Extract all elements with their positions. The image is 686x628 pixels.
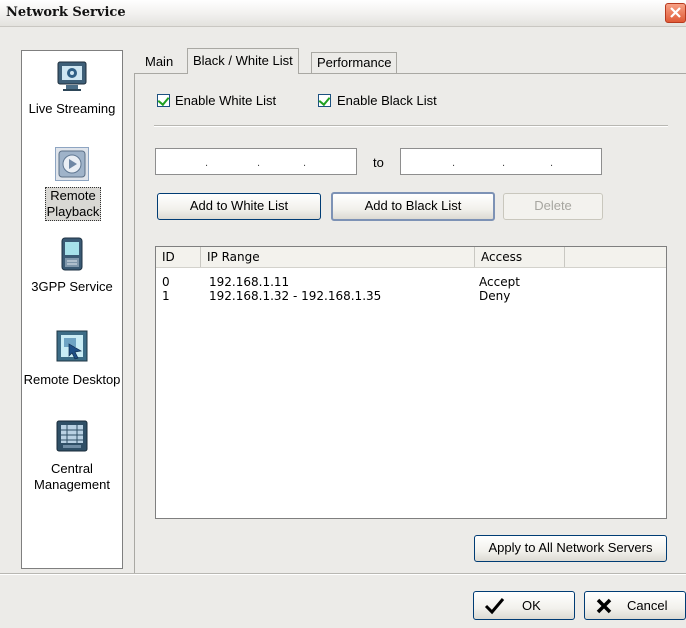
- nav-item-3gpp-service[interactable]: 3GPP Service: [22, 237, 122, 317]
- add-to-white-list-button[interactable]: Add to White List: [157, 193, 321, 220]
- apply-to-all-servers-button[interactable]: Apply to All Network Servers: [474, 535, 667, 562]
- checkmark-icon: [484, 598, 505, 615]
- cancel-button[interactable]: Cancel: [584, 591, 686, 620]
- table-row[interactable]: 1 192.168.1.32 - 192.168.1.35 Deny: [156, 289, 666, 303]
- playback-icon: [55, 147, 89, 181]
- add-to-black-list-button[interactable]: Add to Black List: [331, 192, 495, 221]
- title-bar: Network Service: [0, 0, 686, 27]
- ok-button[interactable]: OK: [473, 591, 575, 620]
- to-label: to: [373, 155, 384, 170]
- mobile-phone-icon: [55, 237, 89, 271]
- column-header-id[interactable]: ID: [156, 247, 201, 267]
- footer-divider: [0, 573, 686, 575]
- enable-white-list-label: Enable White List: [175, 93, 277, 108]
- cell-id: 1: [162, 289, 170, 303]
- service-nav: Live Streaming Remote Playback 3GPP Serv…: [21, 50, 123, 569]
- monitor-icon: [55, 59, 89, 93]
- delete-button[interactable]: Delete: [503, 193, 603, 220]
- ip-from-input[interactable]: . . .: [155, 148, 357, 175]
- nav-label-central-management: Central Management: [34, 461, 110, 492]
- divider: [154, 125, 668, 127]
- nav-label-remote-desktop: Remote Desktop: [23, 372, 121, 387]
- cell-id: 0: [162, 275, 170, 289]
- ip-to-input[interactable]: . . .: [400, 148, 602, 175]
- nav-label-remote-playback: Remote Playback: [45, 187, 101, 221]
- column-header-access[interactable]: Access: [475, 247, 565, 267]
- server-rack-icon: [55, 419, 89, 453]
- tab-performance[interactable]: Performance: [311, 52, 398, 73]
- nav-item-central-management[interactable]: Central Management: [22, 419, 122, 499]
- window-title: Network Service: [6, 5, 126, 20]
- table-header: ID IP Range Access: [156, 247, 666, 268]
- column-header-ip-range[interactable]: IP Range: [201, 247, 475, 267]
- nav-item-live-streaming[interactable]: Live Streaming: [22, 57, 122, 137]
- nav-item-remote-playback[interactable]: Remote Playback: [22, 145, 122, 225]
- cell-ip-range: 192.168.1.11: [209, 275, 290, 289]
- close-button[interactable]: [665, 3, 686, 23]
- cell-ip-range: 192.168.1.32 - 192.168.1.35: [209, 289, 382, 303]
- ip-list-table[interactable]: ID IP Range Access 0 192.168.1.11 Accept…: [155, 246, 667, 519]
- enable-black-list-label: Enable Black List: [337, 93, 437, 108]
- tab-main[interactable]: Main: [140, 52, 178, 73]
- nav-label-live-streaming: Live Streaming: [28, 101, 116, 116]
- table-row[interactable]: 0 192.168.1.11 Accept: [156, 275, 666, 289]
- cancel-label: Cancel: [627, 598, 668, 613]
- close-icon: [670, 7, 681, 18]
- remote-desktop-icon: [55, 329, 89, 363]
- x-icon: [596, 598, 612, 614]
- enable-white-list-checkbox[interactable]: [157, 93, 170, 107]
- nav-item-remote-desktop[interactable]: Remote Desktop: [22, 329, 122, 409]
- ok-label: OK: [522, 598, 541, 613]
- nav-label-3gpp-service: 3GPP Service: [31, 279, 113, 294]
- cell-access: Accept: [479, 275, 520, 289]
- check-icon: [318, 93, 331, 107]
- enable-black-list-checkbox[interactable]: [318, 93, 331, 107]
- cell-access: Deny: [479, 289, 511, 303]
- check-icon: [157, 93, 170, 107]
- tab-black-white-list[interactable]: Black / White List: [187, 48, 299, 74]
